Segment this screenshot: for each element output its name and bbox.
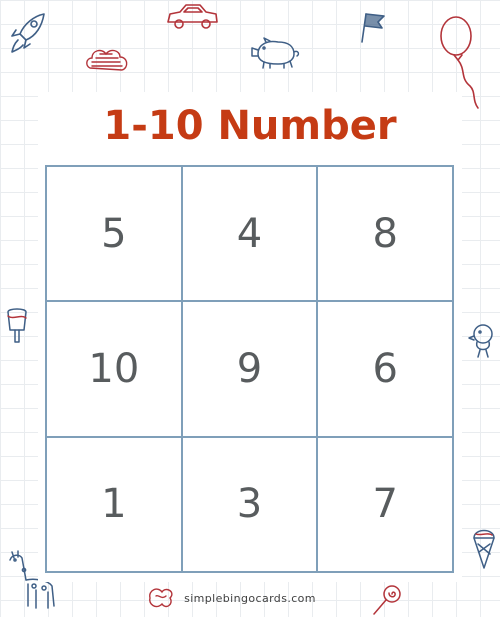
grid-cell: 6 <box>318 302 454 438</box>
cloud-icon <box>86 49 128 71</box>
grid-cell: 1 <box>47 437 183 573</box>
grid-cell: 4 <box>182 167 319 303</box>
card-title: 1-10 Number <box>103 103 397 149</box>
grid-cell: 5 <box>47 167 183 303</box>
grid-cell: 10 <box>47 302 183 438</box>
footer-site-name: simplebingocards.com <box>184 592 316 605</box>
popsicle-icon <box>7 308 27 343</box>
car-icon <box>167 4 218 29</box>
rocket-icon <box>11 13 45 53</box>
bingo-grid: 5 4 8 10 9 6 1 3 7 <box>45 165 454 573</box>
grid-cell: 7 <box>318 437 454 573</box>
ice-cream-icon <box>473 529 495 569</box>
grid-cell: 9 <box>182 302 319 438</box>
grid-cell: 3 <box>182 437 319 573</box>
grid-cell: 8 <box>318 167 454 303</box>
pig-icon <box>251 37 300 69</box>
chick-icon <box>468 324 493 358</box>
flag-icon <box>361 13 385 43</box>
